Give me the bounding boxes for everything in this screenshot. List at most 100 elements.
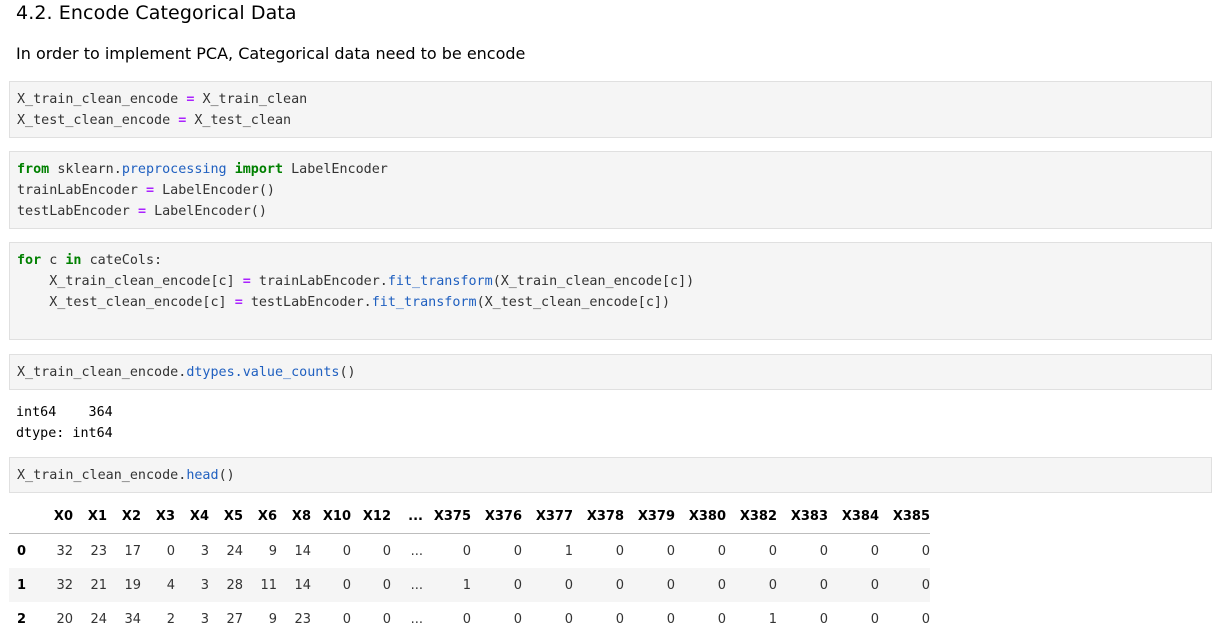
table-cell: 2 — [166, 611, 175, 627]
table-cell: 14 — [294, 543, 311, 559]
table-cell: 0 — [768, 543, 777, 559]
table-cell: 0 — [513, 543, 522, 559]
column-header: X3 — [141, 499, 175, 534]
code-cell-4-source[interactable]: X_train_clean_encode.dtypes.value_counts… — [10, 355, 1211, 383]
code-cell-1-source[interactable]: X_train_clean_encode = X_train_clean X_t… — [10, 82, 1211, 131]
table-cell: 0 — [717, 577, 726, 593]
table-cell: 23 — [90, 543, 107, 559]
table-cell: 0 — [564, 611, 573, 627]
table-cell: 0 — [342, 577, 351, 593]
table-cell: 0 — [819, 577, 828, 593]
table-cell: 27 — [226, 611, 243, 627]
column-header: X383 — [777, 499, 828, 534]
table-cell: 0 — [666, 543, 675, 559]
table-row: 2 20 24 34 2 3 27 9 23 0 0... 0 0 0 0 0 0 1 0 0 0 — [9, 602, 930, 636]
table-cell: 23 — [294, 611, 311, 627]
column-header: X377 — [522, 499, 573, 534]
column-header: X10 — [311, 499, 351, 534]
column-header: X376 — [471, 499, 522, 534]
table-cell: 0 — [382, 543, 391, 559]
table-cell: 1 — [462, 577, 471, 593]
table-cell: 0 — [342, 611, 351, 627]
column-header: ... — [391, 499, 423, 534]
row-index: 1 — [17, 577, 27, 593]
table-cell: 21 — [90, 577, 107, 593]
column-header: X4 — [175, 499, 209, 534]
description-text: In order to implement PCA, Categorical d… — [16, 44, 526, 63]
table-cell: 1 — [768, 611, 777, 627]
table-cell: 0 — [166, 543, 175, 559]
table-cell: 0 — [870, 611, 879, 627]
table-cell: ... — [410, 543, 423, 559]
table-cell: 28 — [226, 577, 243, 593]
table-cell: 0 — [564, 577, 573, 593]
table-cell: 0 — [382, 577, 391, 593]
table-cell: 0 — [921, 577, 930, 593]
table-cell: 0 — [462, 611, 471, 627]
column-header: X6 — [243, 499, 277, 534]
index-header — [9, 499, 39, 534]
dataframe-output: X0 X1 X2 X3 X4 X5 X6 X8 X10 X12... X375 X376 X377 X37… — [9, 499, 930, 636]
code-cell-3[interactable]: for c in cateCols: X_train_clean_encode[… — [9, 242, 1212, 340]
table-cell: 0 — [717, 611, 726, 627]
column-header: X1 — [73, 499, 107, 534]
table-row: 1 32 21 19 4 3 28 11 14 0 0... 1 0 0 0 0 0 0 0 0 0 — [9, 568, 930, 602]
table-cell: 0 — [615, 611, 624, 627]
table-cell: 0 — [819, 611, 828, 627]
table-cell: 0 — [666, 577, 675, 593]
table-header-row: X0 X1 X2 X3 X4 X5 X6 X8 X10 X12... X375 X376 X377 X37… — [9, 499, 930, 534]
table-cell: 14 — [294, 577, 311, 593]
table-cell: 32 — [56, 577, 73, 593]
column-header: X5 — [209, 499, 243, 534]
code-cell-5[interactable]: X_train_clean_encode.head() — [9, 457, 1212, 493]
table-cell: 11 — [260, 577, 277, 593]
table-row: 0 32 23 17 0 3 24 9 14 0 0... 0 0 1 0 0 0 0 0 0 0 — [9, 534, 930, 569]
table-cell: 3 — [200, 543, 209, 559]
table-cell: 19 — [124, 577, 141, 593]
code-cell-5-source[interactable]: X_train_clean_encode.head() — [10, 458, 1211, 486]
column-header: X384 — [828, 499, 879, 534]
table-cell: 24 — [226, 543, 243, 559]
table-cell: 20 — [56, 611, 73, 627]
cell-4-output: int64 364 dtype: int64 — [16, 405, 113, 441]
table-cell: 0 — [870, 543, 879, 559]
table-cell: 0 — [666, 611, 675, 627]
column-header: X385 — [879, 499, 930, 534]
table-cell: 0 — [717, 543, 726, 559]
column-header: X12 — [351, 499, 391, 534]
code-cell-2[interactable]: from sklearn.preprocessing import LabelE… — [9, 151, 1212, 229]
table-cell: 0 — [382, 611, 391, 627]
column-header: X382 — [726, 499, 777, 534]
table-cell: 0 — [513, 577, 522, 593]
table-cell: 32 — [56, 543, 73, 559]
table-cell: 0 — [870, 577, 879, 593]
column-header: X378 — [573, 499, 624, 534]
table-cell: 0 — [768, 577, 777, 593]
table-cell: 9 — [268, 611, 277, 627]
column-header: X8 — [277, 499, 311, 534]
table-cell: 1 — [564, 543, 573, 559]
code-cell-3-source[interactable]: for c in cateCols: X_train_clean_encode[… — [10, 243, 1211, 313]
table-cell: 24 — [90, 611, 107, 627]
table-cell: 0 — [615, 543, 624, 559]
column-header: X375 — [423, 499, 471, 534]
code-cell-4[interactable]: X_train_clean_encode.dtypes.value_counts… — [9, 354, 1212, 390]
table-cell: ... — [410, 577, 423, 593]
table-cell: 17 — [124, 543, 141, 559]
table-cell: 4 — [166, 577, 175, 593]
code-cell-2-source[interactable]: from sklearn.preprocessing import LabelE… — [10, 152, 1211, 222]
table-cell: 0 — [819, 543, 828, 559]
table-cell: 9 — [268, 543, 277, 559]
table-cell: 0 — [342, 543, 351, 559]
table-cell: 0 — [921, 543, 930, 559]
table-cell: 0 — [921, 611, 930, 627]
code-cell-1[interactable]: X_train_clean_encode = X_train_clean X_t… — [9, 81, 1212, 138]
column-header: X0 — [39, 499, 73, 534]
table-cell: 3 — [200, 577, 209, 593]
column-header: X380 — [675, 499, 726, 534]
table-cell: 34 — [124, 611, 141, 627]
row-index: 0 — [17, 543, 27, 559]
table-cell: 0 — [513, 611, 522, 627]
column-header: X2 — [107, 499, 141, 534]
table-cell: 0 — [615, 577, 624, 593]
